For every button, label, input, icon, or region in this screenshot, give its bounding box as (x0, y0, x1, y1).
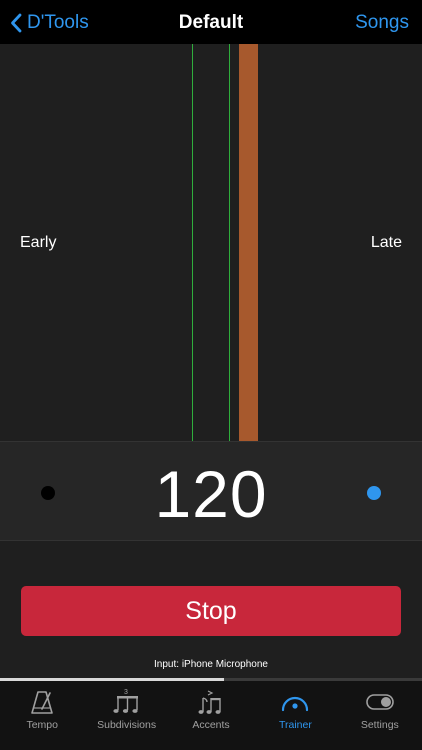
tab-subdivisions-label: Subdivisions (97, 719, 157, 731)
tab-tempo-label: Tempo (26, 719, 58, 731)
tab-trainer[interactable]: Trainer (253, 681, 337, 750)
input-source-label: Input: iPhone Microphone (154, 659, 268, 670)
timing-window-left-line (192, 44, 193, 441)
stop-button[interactable]: Stop (21, 586, 401, 636)
control-area: Stop Input: iPhone Microphone (0, 541, 422, 678)
toggle-icon (366, 694, 394, 710)
tab-settings-label: Settings (360, 719, 399, 731)
accent-notes-icon (198, 690, 221, 714)
tab-trainer-label: Trainer (278, 719, 312, 731)
tab-accents[interactable]: Accents (169, 681, 253, 750)
back-button[interactable]: D'Tools (10, 10, 89, 36)
svg-text:3: 3 (124, 689, 128, 696)
beat-dot-right (367, 486, 381, 500)
early-label: Early (20, 234, 57, 251)
songs-button[interactable]: Songs (355, 12, 409, 34)
tempo-row: 120 (0, 441, 422, 541)
navigation-bar: D'Tools Default Songs (0, 0, 422, 44)
tab-settings[interactable]: Settings (338, 681, 422, 750)
triplet-notes-icon: 3 (113, 689, 138, 713)
hit-indicator-bar (239, 44, 258, 441)
late-label: Late (370, 234, 402, 251)
gauge-icon (282, 696, 309, 712)
tab-bar: Tempo 3 Subdivisions Accents Trainer Set… (0, 681, 422, 750)
timing-display: Early Late (0, 44, 422, 441)
tempo-value[interactable]: 120 (0, 456, 422, 532)
tab-tempo[interactable]: Tempo (0, 681, 84, 750)
chevron-left-icon (11, 13, 22, 33)
timing-window-right-line (229, 44, 230, 441)
tab-subdivisions[interactable]: 3 Subdivisions (84, 681, 168, 750)
back-button-label: D'Tools (27, 12, 89, 33)
metronome-icon (31, 691, 54, 714)
tab-accents-label: Accents (192, 719, 230, 731)
